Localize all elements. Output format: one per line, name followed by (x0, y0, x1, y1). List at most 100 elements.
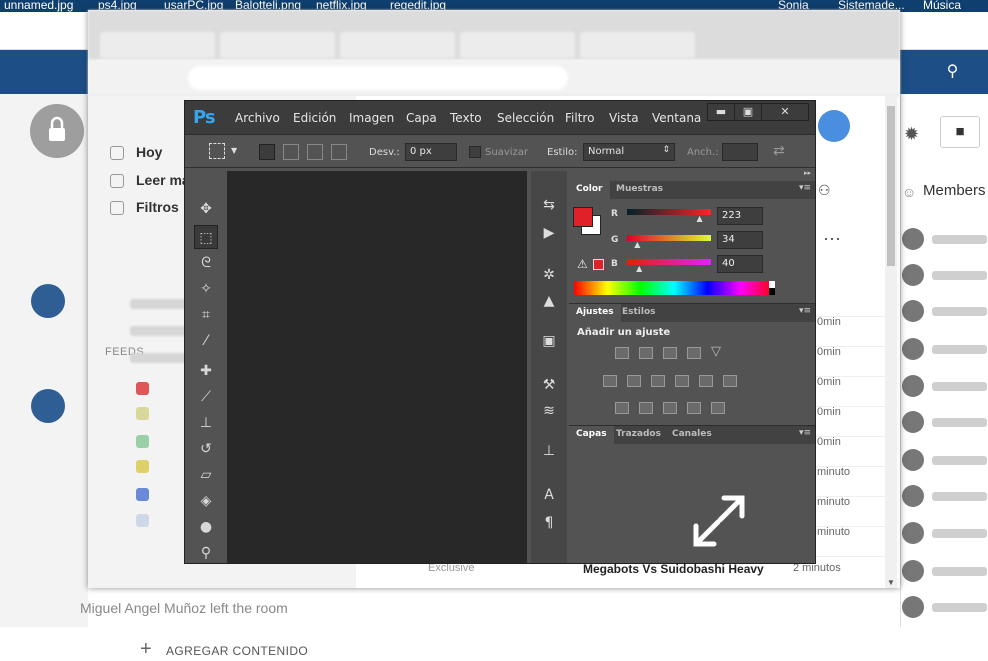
bug-icon[interactable]: ✹ (904, 124, 919, 145)
eraser-tool-icon[interactable]: ▱ (194, 463, 218, 487)
menu-capa[interactable]: Capa (406, 111, 437, 125)
history-icon[interactable]: ⇆ (537, 193, 561, 217)
maximize-button[interactable]: ▣ (734, 103, 762, 121)
item-title[interactable]: Megabots Vs Suidobashi Heavy (583, 562, 764, 576)
desktop-file[interactable]: Balotteli.png (235, 0, 301, 11)
warning-icon[interactable]: ⚠ (577, 257, 588, 271)
member-avatar[interactable] (902, 228, 924, 250)
more-options-icon[interactable]: ··· (823, 228, 841, 249)
tab-styles[interactable]: Estilos (615, 304, 663, 322)
browser-tab[interactable] (580, 32, 695, 58)
panel-menu-icon[interactable]: ▾≡ (799, 306, 811, 316)
profile-avatar[interactable] (818, 110, 850, 142)
add-icon[interactable]: + (140, 638, 152, 661)
browser-tab[interactable] (100, 32, 215, 58)
menu-texto[interactable]: Texto (450, 111, 482, 125)
sidebar-item-today[interactable]: Hoy (136, 144, 162, 160)
panel-menu-icon[interactable]: ▾≡ (799, 428, 811, 438)
style-select[interactable]: Normal ⇕ (583, 143, 675, 161)
white-swatch[interactable] (769, 281, 775, 288)
menu-ventana[interactable]: Ventana (652, 111, 701, 125)
clone-source-icon[interactable]: ⊥ (537, 439, 561, 463)
member-avatar[interactable] (902, 264, 924, 286)
desktop-file[interactable]: Sistemade... (838, 0, 905, 11)
curves-icon[interactable] (663, 347, 677, 359)
tab-layers[interactable]: Capas (569, 426, 614, 444)
green-value-input[interactable]: 34 (717, 231, 763, 249)
color-spectrum-bar[interactable] (574, 281, 774, 295)
menu-archivo[interactable]: Archivo (235, 111, 280, 125)
tab-color[interactable]: Color (569, 181, 610, 199)
subtract-selection-icon[interactable] (307, 144, 323, 160)
blue-value-input[interactable]: 40 (717, 255, 763, 273)
histogram-icon[interactable]: ▲ (537, 289, 561, 313)
document-canvas[interactable] (227, 171, 527, 563)
collapse-icon[interactable]: ▸▸ (569, 169, 815, 179)
add-selection-icon[interactable] (283, 144, 299, 160)
member-avatar[interactable] (902, 375, 924, 397)
desktop-file[interactable]: ps4.jpg (98, 0, 137, 11)
url-input[interactable] (188, 66, 568, 90)
member-avatar[interactable] (902, 449, 924, 471)
selective-color-icon[interactable] (711, 402, 725, 414)
browser-tab[interactable] (220, 32, 335, 58)
close-button[interactable]: ✕ (761, 103, 809, 121)
dodge-tool-icon[interactable]: ⚲ (194, 541, 218, 565)
browser-tab[interactable] (460, 32, 575, 58)
intersect-selection-icon[interactable] (331, 144, 347, 160)
gradient-map-icon[interactable] (687, 402, 701, 414)
marquee-tool-icon[interactable] (209, 143, 225, 159)
eyedropper-icon[interactable]: ⁄ (194, 329, 218, 353)
channel-mixer-icon[interactable] (699, 375, 713, 387)
navigator-icon[interactable]: ✲ (537, 263, 561, 287)
smooth-checkbox[interactable] (469, 146, 481, 158)
desktop-file[interactable]: Música (923, 0, 961, 11)
stamp-tool-icon[interactable]: ⊥ (194, 411, 218, 435)
member-avatar[interactable] (902, 596, 924, 618)
new-selection-icon[interactable] (259, 144, 275, 160)
magic-wand-icon[interactable]: ✧ (194, 277, 218, 301)
menu-edicion[interactable]: Edición (293, 111, 336, 125)
blue-slider-thumb[interactable]: ▲ (636, 264, 642, 273)
tab-adjustments[interactable]: Ajustes (569, 304, 621, 322)
desktop-file[interactable]: netflix.jpg (316, 0, 367, 11)
character-icon[interactable]: A (537, 483, 561, 507)
green-slider-thumb[interactable]: ▲ (634, 240, 640, 249)
browser-tab[interactable] (340, 32, 455, 58)
color-balance-icon[interactable] (627, 375, 641, 387)
member-avatar[interactable] (902, 485, 924, 507)
menu-vista[interactable]: Vista (609, 111, 639, 125)
brightness-icon[interactable] (615, 347, 629, 359)
move-tool-icon[interactable]: ✥ (194, 197, 218, 221)
sidebar-item-filters[interactable]: Filtros (136, 199, 179, 215)
hue-saturation-icon[interactable] (603, 375, 617, 387)
member-avatar[interactable] (902, 300, 924, 322)
info-icon[interactable]: ▣ (537, 329, 561, 353)
feather-input[interactable]: 0 px (405, 143, 457, 161)
paint-bucket-icon[interactable]: ◈ (194, 489, 218, 513)
healing-brush-icon[interactable]: ✚ (194, 359, 218, 383)
swap-icon[interactable]: ⇄ (773, 143, 785, 159)
marquee-tool-icon[interactable]: ⬚ (194, 225, 218, 249)
brush-presets-icon[interactable]: ≋ (537, 399, 561, 423)
minimize-button[interactable]: ▬ (707, 103, 735, 121)
expand-arrows-icon[interactable] (684, 486, 754, 556)
menu-seleccion[interactable]: Selección (497, 111, 554, 125)
blur-tool-icon[interactable]: ● (194, 515, 218, 539)
menu-imagen[interactable]: Imagen (349, 111, 394, 125)
tab-paths[interactable]: Trazados (609, 426, 668, 444)
member-avatar[interactable] (902, 411, 924, 433)
levels-icon[interactable] (639, 347, 653, 359)
history-brush-icon[interactable]: ↺ (194, 437, 218, 461)
red-value-input[interactable]: 223 (717, 207, 763, 225)
chevron-down-icon[interactable]: ▼ (231, 146, 237, 155)
actions-icon[interactable]: ▶ (537, 221, 561, 245)
desktop-file[interactable]: Sonia (778, 0, 809, 11)
menu-filtro[interactable]: Filtro (565, 111, 594, 125)
exposure-icon[interactable] (687, 347, 701, 359)
desktop-file[interactable]: usarPC.jpg (164, 0, 223, 11)
color-lookup-icon[interactable] (723, 375, 737, 387)
tab-channels[interactable]: Canales (665, 426, 719, 444)
vibrance-icon[interactable]: ▽ (711, 345, 725, 359)
panel-menu-icon[interactable]: ▾≡ (799, 183, 811, 193)
